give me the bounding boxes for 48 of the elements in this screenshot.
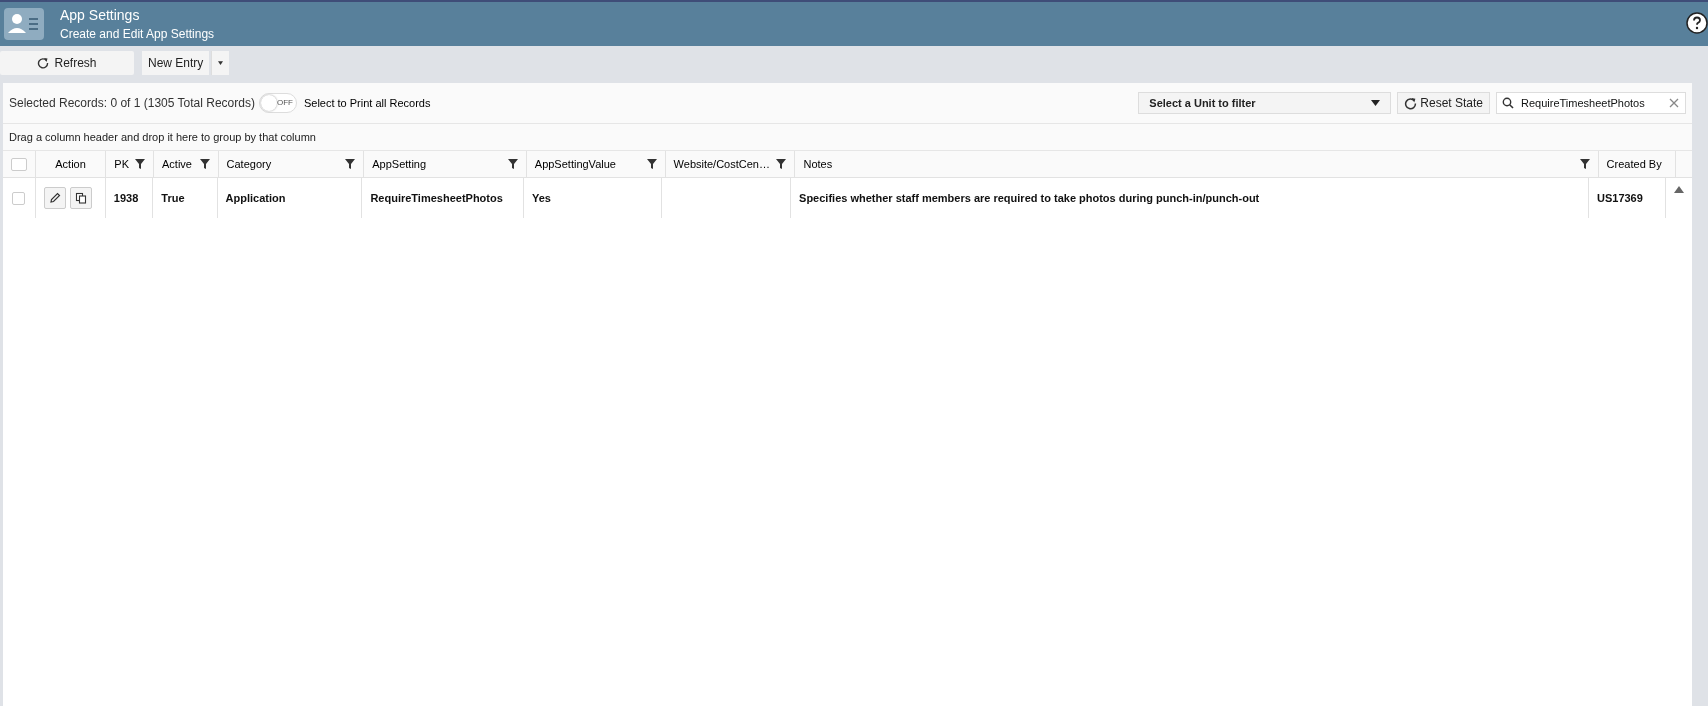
column-header[interactable]: AppSetting [372,158,504,170]
selected-records-text: Selected Records: 0 of 1 (1305 Total Records) [9,96,255,110]
print-toggle[interactable]: OFF [258,93,297,113]
edit-button[interactable] [43,187,66,209]
column-header[interactable]: PK [114,158,131,170]
table-cell: US17369 [1597,192,1643,204]
page-subtitle: Create and Edit App Settings [60,27,215,41]
help-icon[interactable] [1686,12,1708,34]
column-header[interactable]: Action [55,158,86,170]
column-header[interactable]: Website/CostCen… [673,158,773,170]
reset-state-button[interactable]: Reset State [1397,92,1490,114]
select-all-checkbox[interactable] [11,157,27,171]
column-header[interactable]: Active [162,158,196,170]
refresh-icon [37,57,50,69]
table-cell: Yes [531,192,551,204]
table-cell: RequireTimesheetPhotos [370,192,503,204]
table-cell: 1938 [113,192,139,204]
refresh-button[interactable]: Refresh [0,51,134,75]
new-entry-button[interactable]: New Entry [142,51,210,75]
close-icon[interactable] [1669,98,1679,108]
unit-filter-dropdown[interactable]: Select a Unit to filter [1138,92,1392,114]
dropdown-caret-icon[interactable] [211,51,230,75]
print-all-label: Select to Print all Records [303,97,431,109]
group-hint-text: Drag a column header and drop it here to group by that column [9,131,316,143]
contact-card-icon [4,8,44,40]
table-cell: True [161,192,185,204]
filter-icon[interactable] [646,159,657,169]
caret-icon [1371,100,1381,106]
page-title: App Settings [60,7,141,23]
filter-icon[interactable] [199,159,210,169]
filter-icon[interactable] [345,159,356,169]
filter-icon[interactable] [135,159,145,169]
filter-icon[interactable] [776,159,787,169]
copy-icon [74,192,87,204]
refresh-icon [1404,96,1418,110]
filter-icon[interactable] [507,159,518,169]
pencil-icon [48,192,61,204]
copy-button[interactable] [69,187,92,209]
row-checkbox[interactable] [12,191,26,205]
table-cell: Application [225,192,286,204]
column-header[interactable]: Category [226,158,342,170]
column-header[interactable]: AppSettingValue [534,158,643,170]
search-field[interactable]: RequireTimesheetPhotos [1496,92,1686,114]
scroll-up-icon[interactable] [1674,186,1684,193]
column-header[interactable]: Notes [803,158,1576,170]
table-cell: Specifies whether staff members are required to take photos during punch-in/punch-out [799,192,1260,204]
filter-icon[interactable] [1579,159,1590,169]
column-header[interactable]: Created By [1606,158,1667,170]
